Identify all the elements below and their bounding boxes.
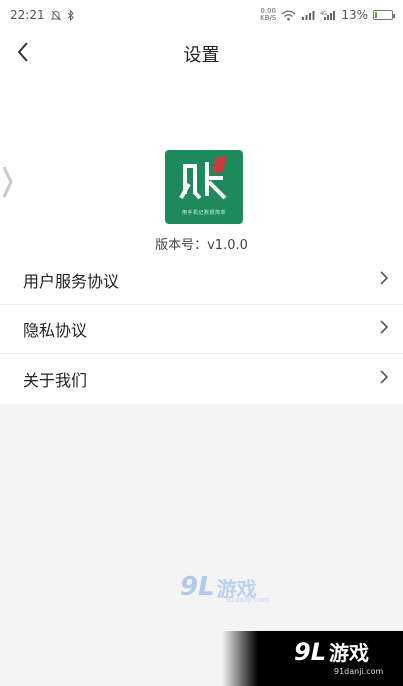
banner-text: 游戏 (329, 641, 369, 665)
signal-icon (301, 10, 315, 21)
settings-menu: 用户服务协议 隐私协议 关于我们 (0, 256, 403, 404)
app-header: 设置 (0, 34, 403, 74)
status-time: 22:21 (10, 8, 45, 22)
menu-item-privacy-policy[interactable]: 隐私协议 (0, 305, 403, 354)
svg-text:4G: 4G (320, 11, 327, 17)
chevron-right-icon (379, 369, 389, 389)
banner-url: 91danji.com (334, 667, 384, 676)
4g-signal-icon: 4G (320, 10, 336, 21)
watermark-url: 91danji.com (226, 596, 270, 604)
status-bar: 22:21 0.00 KB/S 4G 13% (0, 0, 403, 30)
chevron-right-icon (379, 270, 389, 290)
battery-level-fill (375, 12, 377, 18)
chevron-left-icon (16, 41, 30, 67)
banner-number: 9L (294, 637, 326, 666)
side-drawer-handle[interactable] (2, 165, 14, 203)
mute-icon (50, 10, 61, 21)
menu-item-label: 关于我们 (23, 371, 88, 390)
site-watermark: 9L 游戏 91danji.com (180, 572, 269, 604)
logo-tagline: 用手机记账很简单 (181, 210, 226, 216)
net-speed: 0.00 KB/S (260, 8, 276, 22)
version-label: 版本号：v1.0.0 (155, 238, 248, 253)
chevron-right-icon (2, 166, 14, 203)
watermark-number: 9L (180, 572, 215, 602)
page-title: 设置 (183, 45, 220, 66)
back-button[interactable] (8, 38, 38, 70)
menu-item-user-agreement[interactable]: 用户服务协议 (0, 256, 403, 305)
menu-item-about-us[interactable]: 关于我们 (0, 354, 403, 404)
battery-icon (373, 10, 395, 20)
corner-watermark-banner: 9L 游戏 91danji.com (222, 631, 403, 686)
net-speed-unit: KB/S (260, 14, 277, 22)
app-logo: 用手机记账很简单 (165, 150, 243, 224)
menu-item-label: 用户服务协议 (23, 272, 120, 291)
chevron-right-icon (379, 319, 389, 339)
bluetooth-icon (67, 9, 75, 21)
battery-percent: 13% (341, 8, 368, 22)
menu-item-label: 隐私协议 (23, 321, 88, 340)
wifi-icon (281, 10, 296, 21)
